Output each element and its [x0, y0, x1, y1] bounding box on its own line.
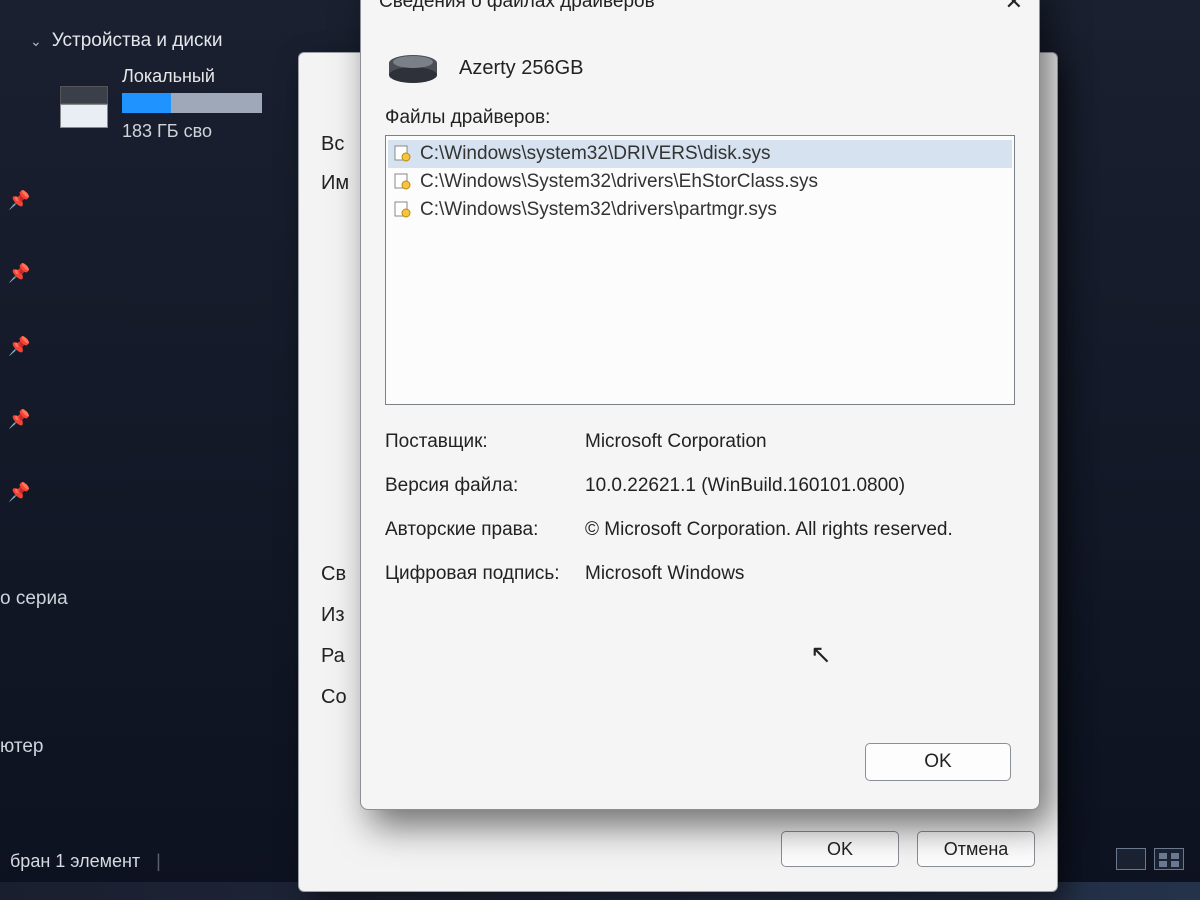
drive-icon — [60, 80, 108, 128]
disk-drive-icon — [385, 51, 441, 85]
pin-icon: 📌 — [8, 336, 30, 357]
cursor-icon: ↖ — [810, 639, 832, 670]
devices-heading[interactable]: ⌄ Устройства и диски — [30, 30, 330, 52]
pin-icon: 📌 — [8, 482, 30, 503]
device-name: Azerty 256GB — [459, 57, 584, 80]
pin-icon: 📌 — [8, 409, 30, 430]
devices-heading-label: Устройства и диски — [52, 30, 223, 52]
cancel-button[interactable]: Отмена — [917, 831, 1035, 867]
certificate-icon — [394, 145, 412, 163]
driver-files-dialog: Сведения о файлах драйверов ✕ Azerty 256… — [360, 0, 1040, 810]
ok-button[interactable]: OK — [865, 743, 1011, 781]
certificate-icon — [394, 173, 412, 191]
provider-value: Microsoft Corporation — [585, 431, 1015, 453]
drive-name: Локальный — [122, 66, 262, 87]
view-list-icon[interactable] — [1116, 848, 1146, 870]
pin-icon: 📌 — [8, 263, 30, 284]
copyright-label: Авторские права: — [385, 519, 585, 541]
drive-usage-bar — [122, 93, 262, 113]
driver-files-label: Файлы драйверов: — [361, 93, 1039, 135]
provider-label: Поставщик: — [385, 431, 585, 453]
file-version-value: 10.0.22621.1 (WinBuild.160101.0800) — [585, 475, 1015, 497]
pin-icon: 📌 — [8, 190, 30, 211]
label-fragment: Вс — [321, 133, 349, 156]
driver-files-list[interactable]: C:\Windows\system32\DRIVERS\disk.sys C:\… — [385, 135, 1015, 405]
close-icon[interactable]: ✕ — [1005, 0, 1023, 15]
file-path: C:\Windows\System32\drivers\EhStorClass.… — [420, 171, 818, 193]
copyright-value: © Microsoft Corporation. All rights rese… — [585, 519, 1015, 541]
dialog-title: Сведения о файлах драйверов — [379, 0, 655, 13]
digital-signature-value: Microsoft Windows — [585, 563, 1015, 585]
digital-signature-label: Цифровая подпись: — [385, 563, 585, 585]
drive-item[interactable]: Локальный 183 ГБ сво — [60, 66, 330, 142]
text-fragment: ютер — [0, 736, 43, 758]
file-path: C:\Windows\System32\drivers\partmgr.sys — [420, 199, 777, 221]
ok-button[interactable]: OK — [781, 831, 899, 867]
view-grid-icon[interactable] — [1154, 848, 1184, 870]
file-path: C:\Windows\system32\DRIVERS\disk.sys — [420, 143, 771, 165]
text-fragment: о сериа — [0, 588, 68, 610]
label-fragment: Ра — [321, 645, 347, 668]
status-text: бран 1 элемент — [10, 851, 140, 872]
file-version-label: Версия файла: — [385, 475, 585, 497]
list-item[interactable]: C:\Windows\System32\drivers\EhStorClass.… — [388, 168, 1012, 196]
label-fragment: Им — [321, 172, 349, 195]
label-fragment: Из — [321, 604, 347, 627]
list-item[interactable]: C:\Windows\system32\DRIVERS\disk.sys — [388, 140, 1012, 168]
list-item[interactable]: C:\Windows\System32\drivers\partmgr.sys — [388, 196, 1012, 224]
label-fragment: Св — [321, 563, 347, 586]
label-fragment: Со — [321, 686, 347, 709]
chevron-down-icon: ⌄ — [30, 33, 42, 50]
drive-free-space: 183 ГБ сво — [122, 121, 262, 142]
certificate-icon — [394, 201, 412, 219]
